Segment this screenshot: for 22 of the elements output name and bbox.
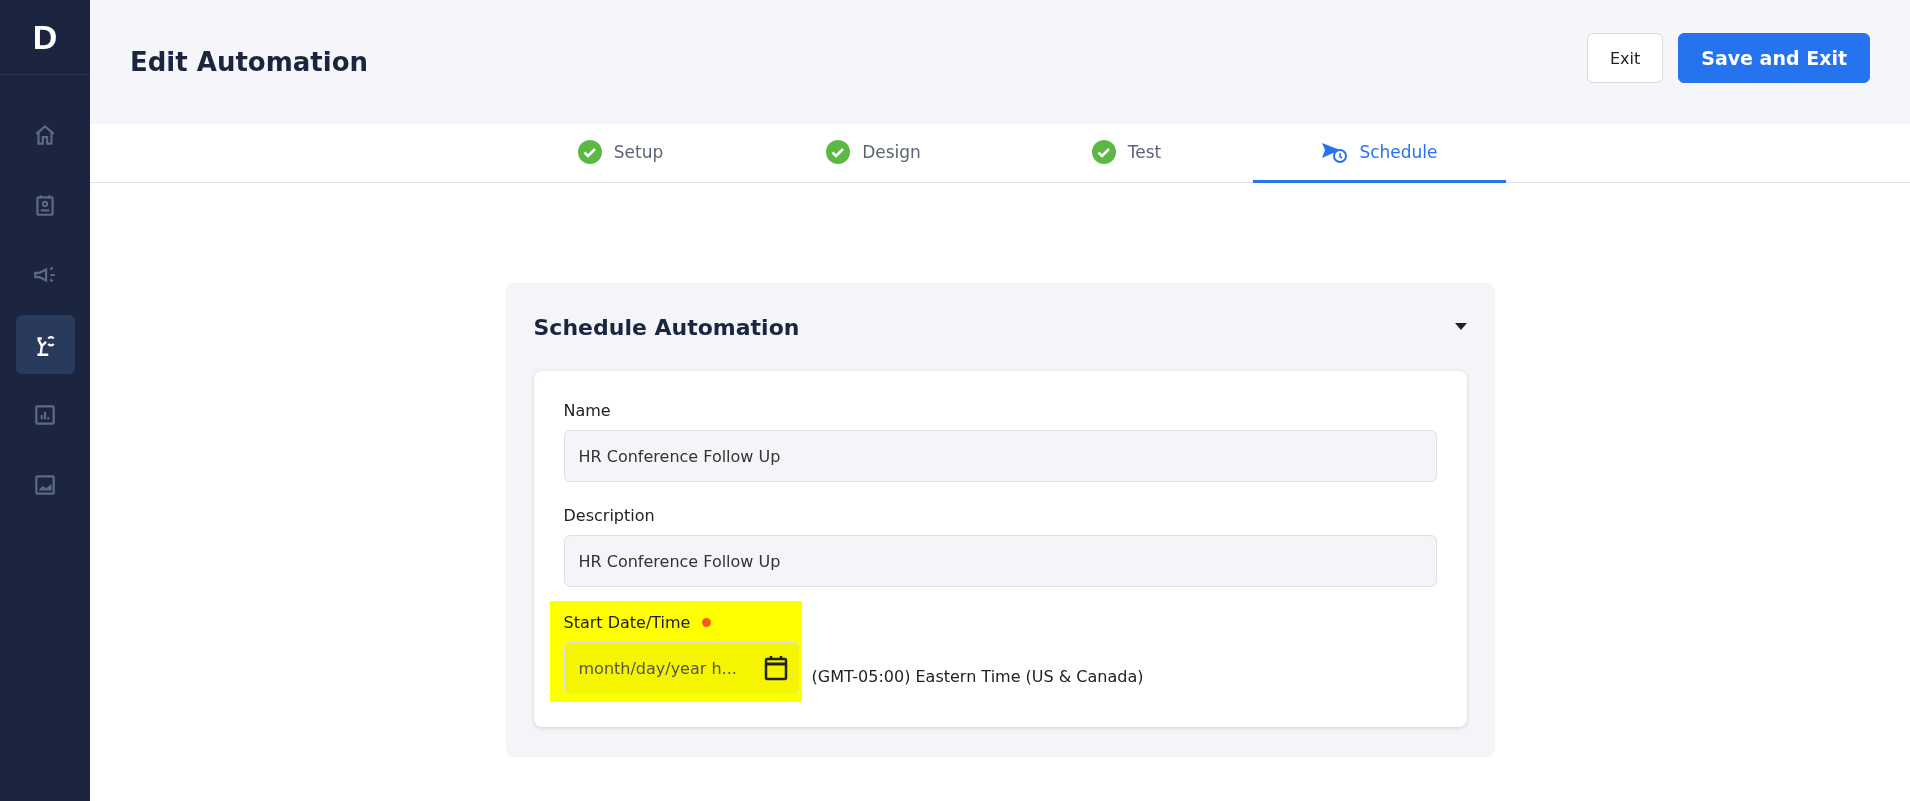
input-field[interactable]: HR Conference Follow Up: [563, 535, 1437, 587]
date-field[interactable]: month/day/year h...: [563, 642, 800, 694]
logo: D: [32, 17, 58, 57]
field-label: Description: [563, 506, 656, 525]
calendar-icon[interactable]: [763, 655, 788, 681]
check-circle-icon: [577, 140, 602, 164]
check-circle-icon: [826, 140, 851, 164]
timezone-text: (GMT-05:00) Eastern Time (US & Canada): [811, 667, 1144, 686]
send-clock-icon: [1321, 140, 1348, 164]
step-tab[interactable]: Setup: [494, 124, 747, 183]
save-exit-button[interactable]: Save and Exit: [1678, 33, 1870, 83]
step-tab[interactable]: Test: [1000, 124, 1253, 183]
input-field[interactable]: HR Conference Follow Up: [563, 430, 1437, 482]
field-label: Name: [563, 401, 612, 420]
field-label: Start Date/Time: [563, 613, 691, 632]
card-title: Schedule Automation: [533, 314, 800, 340]
caret-icon[interactable]: [1454, 323, 1467, 331]
step-tab[interactable]: Design: [747, 124, 1000, 183]
check-circle-icon: [1091, 140, 1116, 164]
page-title: Edit Automation: [130, 47, 369, 77]
exit-button[interactable]: Exit: [1586, 33, 1664, 83]
sidebar-item[interactable]: [15, 315, 75, 374]
